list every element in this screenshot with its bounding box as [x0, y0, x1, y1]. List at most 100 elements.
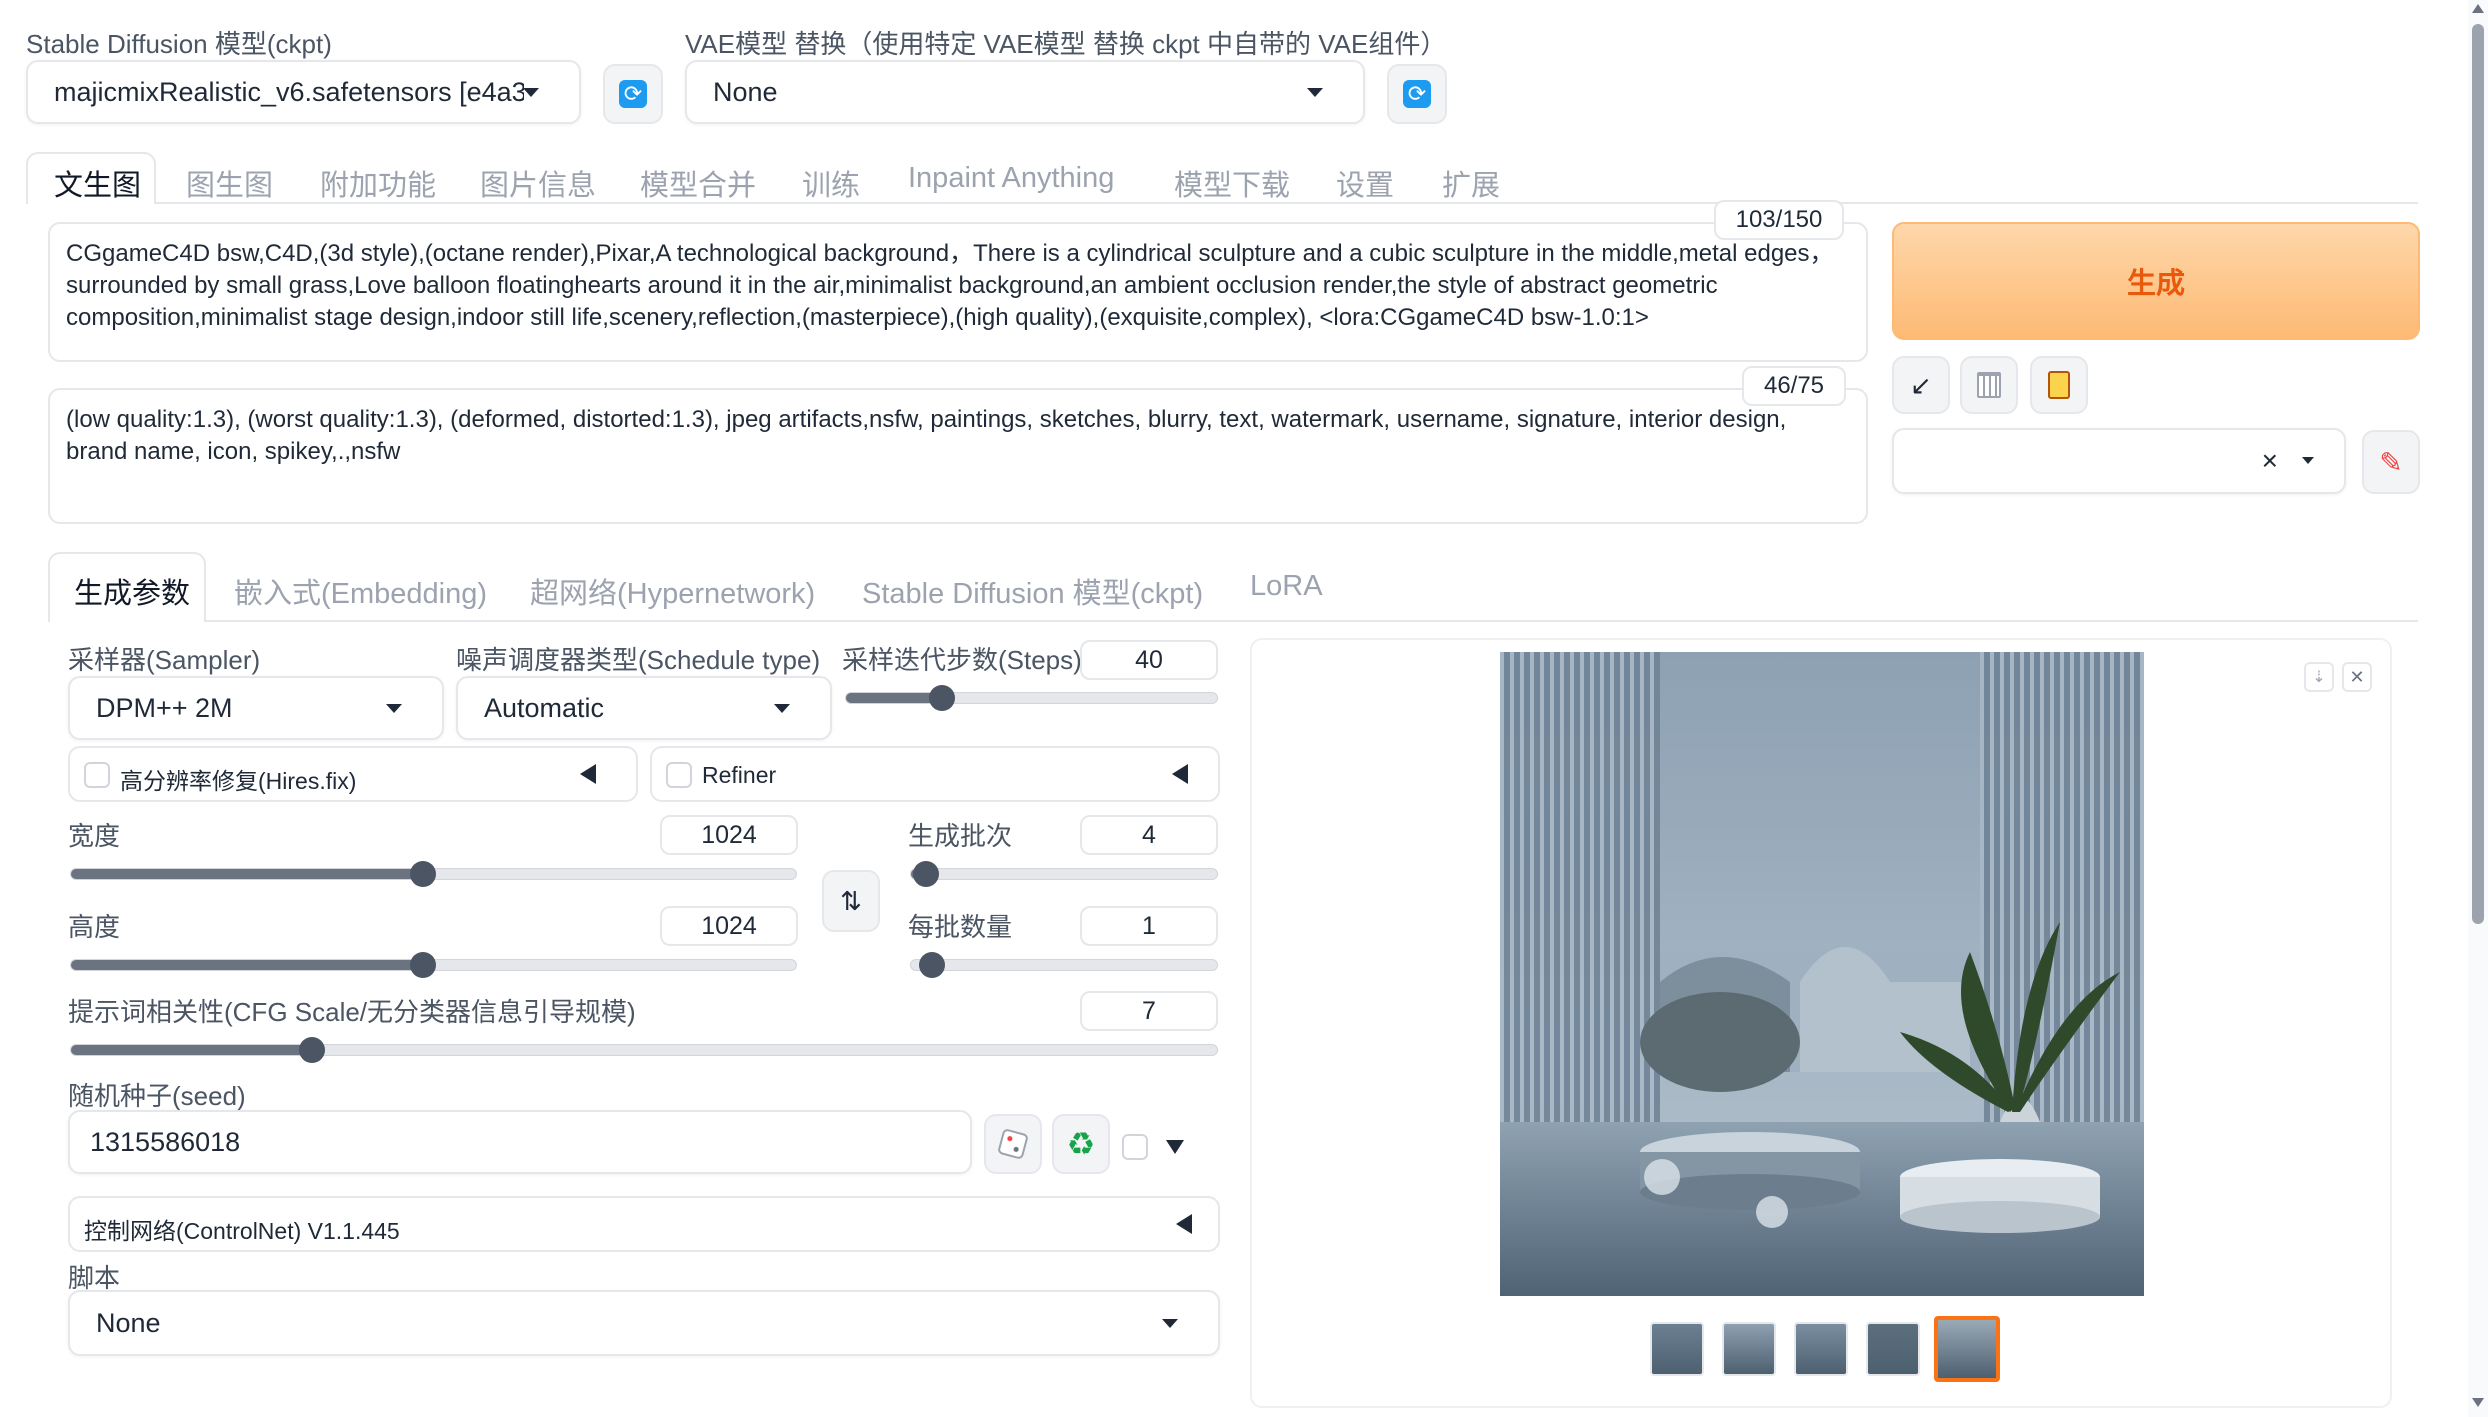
controlnet-accordion[interactable]: 控制网络(ControlNet) V1.1.445: [68, 1196, 1220, 1252]
swap-icon: ⇅: [840, 885, 862, 916]
tab-main-4[interactable]: 模型合并: [640, 162, 756, 204]
cfg-input[interactable]: 7: [1080, 991, 1218, 1031]
model-refresh-button[interactable]: ⟳: [603, 64, 663, 124]
prompt-token-counter: 103/150: [1714, 200, 1844, 240]
negative-prompt-textarea[interactable]: (low quality:1.3), (worst quality:1.3), …: [48, 388, 1868, 524]
tab-sub-0[interactable]: 生成参数: [74, 570, 190, 612]
dice-icon: [997, 1128, 1029, 1160]
tab-sub-2[interactable]: 超网络(Hypernetwork): [530, 570, 815, 612]
extra-seed-checkbox[interactable]: [1122, 1134, 1148, 1160]
batch-count-label: 生成批次: [908, 821, 1013, 851]
negative-prompt-text: (low quality:1.3), (worst quality:1.3), …: [66, 406, 1787, 465]
tab-main-8[interactable]: 设置: [1336, 162, 1394, 204]
chevron-down-icon: [2302, 457, 2314, 464]
close-icon[interactable]: ×: [2262, 445, 2278, 477]
scroll-down-arrow[interactable]: [2472, 1398, 2484, 1407]
vae-dropdown[interactable]: None: [685, 60, 1365, 124]
scene-render: [1500, 652, 2144, 1296]
paste-button[interactable]: [2030, 356, 2088, 414]
height-slider[interactable]: [70, 952, 797, 978]
steps-slider[interactable]: [845, 685, 1218, 711]
tab-main-1[interactable]: 图生图: [186, 162, 273, 204]
schedule-dropdown[interactable]: Automatic: [456, 676, 832, 740]
read-params-button[interactable]: ↙: [1892, 356, 1950, 414]
refresh-icon: ⟳: [619, 80, 647, 108]
slider-thumb[interactable]: [929, 685, 956, 711]
batch-count-slider[interactable]: [910, 861, 1218, 887]
vae-refresh-button[interactable]: ⟳: [1387, 64, 1447, 124]
slider-thumb[interactable]: [919, 952, 945, 978]
swap-dimensions-button[interactable]: ⇅: [822, 870, 880, 932]
slider-thumb[interactable]: [913, 861, 940, 887]
clear-prompt-button[interactable]: [1960, 356, 2018, 414]
steps-input[interactable]: 40: [1080, 640, 1218, 680]
gallery-thumbnail[interactable]: [1650, 1322, 1704, 1376]
tab-main-2[interactable]: 附加功能: [320, 162, 436, 204]
refiner-accordion[interactable]: Refiner: [650, 746, 1220, 802]
seed-input[interactable]: 1315586018: [68, 1110, 972, 1174]
prompt-textarea[interactable]: CGgameC4D bsw,C4D,(3d style),(octane ren…: [48, 222, 1868, 362]
batch-size-slider[interactable]: [910, 952, 1218, 978]
model-dropdown[interactable]: majicmixRealistic_v6.safetensors [e4a30e…: [26, 60, 581, 124]
gallery-thumbnail[interactable]: [1866, 1322, 1920, 1376]
gallery-thumbnail[interactable]: [1794, 1322, 1848, 1376]
sub-tabs-divider: [206, 620, 2418, 622]
download-button[interactable]: ⇣: [2304, 662, 2334, 692]
collapse-left-icon: [1176, 1214, 1192, 1234]
clipboard-icon: [2048, 371, 2070, 399]
negative-prompt-token-counter: 46/75: [1742, 366, 1846, 406]
slider-thumb[interactable]: [409, 952, 436, 978]
height-label: 高度: [68, 912, 121, 942]
refiner-label: Refiner: [702, 762, 777, 788]
tab-main-9[interactable]: 扩展: [1442, 162, 1500, 204]
tab-main-0[interactable]: 文生图: [54, 162, 141, 204]
gallery-thumbnail[interactable]: [1934, 1316, 2000, 1382]
refresh-icon: ⟳: [1403, 80, 1431, 108]
reuse-seed-button[interactable]: ♻: [1052, 1114, 1110, 1174]
slider-thumb[interactable]: [409, 861, 436, 887]
scrollbar-thumb[interactable]: [2472, 24, 2484, 924]
slider-thumb[interactable]: [298, 1037, 325, 1063]
arrow-down-left-icon: ↙: [1910, 369, 1932, 400]
sampler-dropdown[interactable]: DPM++ 2M: [68, 676, 444, 740]
width-slider[interactable]: [70, 861, 797, 887]
chevron-down-icon: [523, 88, 539, 97]
cfg-label: 提示词相关性(CFG Scale/无分类器信息引导规模): [68, 997, 636, 1027]
script-dropdown[interactable]: None: [68, 1290, 1220, 1356]
hires-fix-checkbox[interactable]: [84, 762, 110, 788]
batch-count-input[interactable]: 4: [1080, 815, 1218, 855]
script-value: None: [96, 1307, 161, 1338]
edit-styles-button[interactable]: ✎: [2362, 430, 2420, 494]
seed-value: 1315586018: [90, 1126, 241, 1157]
chevron-down-icon[interactable]: [1166, 1140, 1184, 1154]
tab-main-7[interactable]: 模型下载: [1174, 162, 1290, 204]
tab-main-3[interactable]: 图片信息: [480, 162, 596, 204]
tab-sub-4[interactable]: LoRA: [1250, 570, 1323, 603]
random-seed-button[interactable]: [984, 1114, 1042, 1174]
sampler-label: 采样器(Sampler): [68, 645, 261, 675]
close-gallery-button[interactable]: ✕: [2342, 662, 2372, 692]
width-input[interactable]: 1024: [660, 815, 798, 855]
tab-sub-3[interactable]: Stable Diffusion 模型(ckpt): [862, 570, 1203, 612]
schedule-value: Automatic: [484, 692, 605, 723]
tab-sub-1[interactable]: 嵌入式(Embedding): [234, 570, 487, 612]
seed-label: 随机种子(seed): [68, 1081, 246, 1111]
gallery-thumbnail[interactable]: [1722, 1322, 1776, 1376]
batch-size-label: 每批数量: [908, 912, 1013, 942]
schedule-label: 噪声调度器类型(Schedule type): [456, 645, 821, 675]
model-value: majicmixRealistic_v6.safetensors [e4a30e…: [54, 76, 524, 107]
cfg-slider[interactable]: [70, 1037, 1218, 1063]
tab-main-6[interactable]: Inpaint Anything: [908, 162, 1114, 195]
style-select[interactable]: ×: [1892, 428, 2346, 494]
generate-button[interactable]: 生成: [1892, 222, 2420, 340]
scroll-up-arrow[interactable]: [2472, 4, 2484, 13]
hires-fix-accordion[interactable]: 高分辨率修复(Hires.fix): [68, 746, 638, 802]
height-input[interactable]: 1024: [660, 906, 798, 946]
batch-size-input[interactable]: 1: [1080, 906, 1218, 946]
tab-main-5[interactable]: 训练: [802, 162, 860, 204]
scrollbar-track[interactable]: [2468, 0, 2488, 1417]
width-label: 宽度: [68, 821, 121, 851]
generated-image[interactable]: [1500, 652, 2144, 1296]
collapse-left-icon: [1172, 764, 1188, 784]
refiner-checkbox[interactable]: [666, 762, 692, 788]
